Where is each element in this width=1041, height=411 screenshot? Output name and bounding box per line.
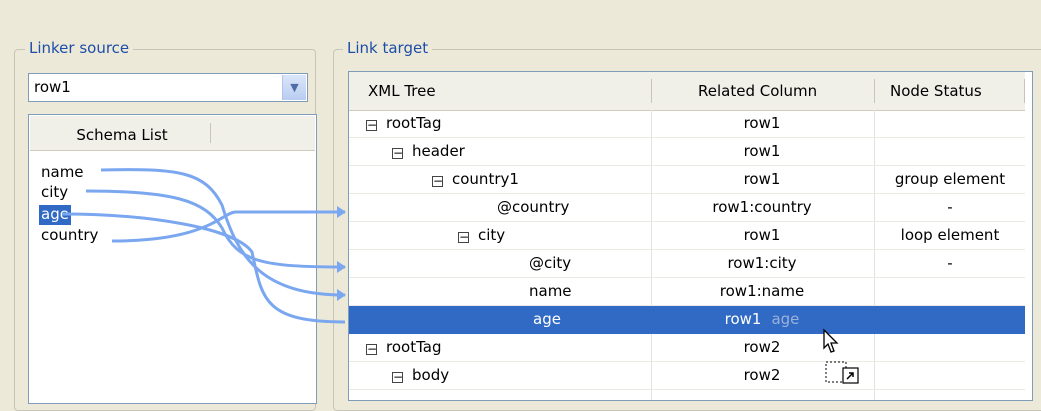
- related-column-value: row1: [743, 226, 781, 244]
- node-status-value: loop element: [900, 226, 1000, 244]
- column-header-xml-tree[interactable]: XML Tree: [368, 82, 436, 100]
- link-shortcut-icon: [842, 367, 859, 384]
- node-label: name: [529, 282, 572, 300]
- linker-source-title: Linker source: [25, 39, 134, 57]
- schema-list-header[interactable]: Schema List: [30, 116, 315, 151]
- related-column-value: row1: [743, 170, 781, 188]
- collapse-toggle-icon[interactable]: −: [392, 147, 403, 159]
- collapse-toggle-icon[interactable]: −: [432, 175, 443, 187]
- combo-value: row1: [34, 78, 71, 96]
- tree-row[interactable]: − rootTag row2: [349, 334, 1025, 362]
- tree-header: XML Tree Related Column Node Status: [349, 72, 1025, 111]
- schema-item-age[interactable]: age: [39, 205, 71, 225]
- collapse-toggle-icon[interactable]: −: [366, 343, 377, 355]
- related-column-value: row1: [743, 114, 781, 132]
- node-label: @city: [529, 254, 572, 272]
- column-header-node-status[interactable]: Node Status: [890, 82, 982, 100]
- schema-list-header-label: Schema List: [76, 126, 168, 144]
- node-status-value: group element: [894, 170, 1006, 188]
- tree-row[interactable]: − body row2: [349, 362, 1025, 390]
- tree-row[interactable]: − city row1 loop element: [349, 222, 1025, 250]
- header-separator: [874, 79, 875, 103]
- source-row-combo[interactable]: row1 ▼: [28, 73, 308, 102]
- schema-item-name[interactable]: name: [39, 163, 86, 183]
- header-separator: [210, 123, 211, 143]
- xml-tree-table: XML Tree Related Column Node Status − roo…: [348, 71, 1033, 401]
- link-target-title: Link target: [343, 39, 433, 57]
- tree-row[interactable]: − rootTag row1: [349, 110, 1025, 138]
- tree-row[interactable]: age row1 age: [349, 306, 1025, 334]
- node-label: body: [412, 366, 450, 384]
- node-label: age: [533, 310, 561, 328]
- chevron-down-icon[interactable]: ▼: [282, 75, 306, 100]
- tree-row[interactable]: − country1 row1 group element: [349, 166, 1025, 194]
- tree-row[interactable]: − header row1: [349, 138, 1025, 166]
- node-status-value: -: [947, 198, 953, 216]
- collapse-toggle-icon[interactable]: −: [366, 119, 377, 131]
- header-separator: [651, 79, 652, 103]
- node-label: rootTag: [386, 114, 442, 132]
- node-label: city: [478, 226, 506, 244]
- schema-item-city[interactable]: city: [39, 183, 70, 203]
- node-label: country1: [452, 170, 519, 188]
- related-column-value: row1: [724, 310, 762, 328]
- related-column-value: row1:city: [727, 254, 797, 272]
- collapse-toggle-icon[interactable]: −: [458, 231, 469, 243]
- column-header-related-column[interactable]: Related Column: [698, 82, 817, 100]
- schema-list: Schema List name city age country: [28, 114, 317, 404]
- tree-row[interactable]: name row1:name: [349, 278, 1025, 306]
- related-column-value: row1:country: [712, 198, 812, 216]
- drag-cursor-icon: [823, 328, 859, 384]
- related-column-value: row1: [743, 142, 781, 160]
- node-label: @country: [497, 198, 570, 216]
- tree-row[interactable]: @country row1:country -: [349, 194, 1025, 222]
- drag-label: age: [771, 310, 800, 328]
- node-label: header: [412, 142, 465, 160]
- schema-item-country[interactable]: country: [39, 226, 100, 246]
- header-separator: [1024, 79, 1025, 103]
- tree-row[interactable]: @city row1:city -: [349, 250, 1025, 278]
- node-status-value: -: [947, 254, 953, 272]
- collapse-toggle-icon[interactable]: −: [392, 371, 403, 383]
- related-column-value: row1:name: [719, 282, 805, 300]
- node-label: rootTag: [386, 338, 442, 356]
